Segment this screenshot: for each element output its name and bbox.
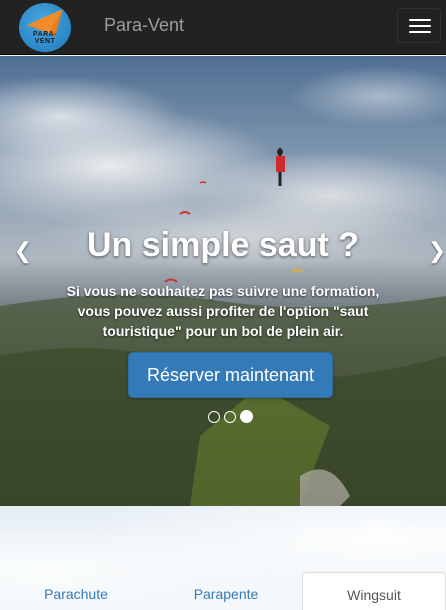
reserve-button[interactable]: Réserver maintenant <box>128 352 333 398</box>
brand-logo[interactable]: PARA-VENT <box>19 3 71 52</box>
menu-toggle-button[interactable] <box>397 8 441 43</box>
hero-text: Si vous ne souhaitez pas suivre une form… <box>66 283 380 339</box>
navbar: PARA-VENT Para-Vent <box>0 0 446 55</box>
hero-title: Un simple saut ? <box>86 226 360 264</box>
carousel-indicator-2[interactable] <box>224 411 236 423</box>
logo-text: PARA-VENT <box>32 31 58 45</box>
hero-carousel: ❮ ❯ Un simple saut ? Si vous ne souhaite… <box>0 56 446 506</box>
brand-name[interactable]: Para-Vent <box>104 15 184 36</box>
carousel-indicator-3[interactable] <box>240 410 253 423</box>
tab-wingsuit[interactable]: Wingsuit <box>302 572 446 610</box>
carousel-indicator-1[interactable] <box>208 411 220 423</box>
tab-parachute[interactable]: Parachute <box>0 572 152 610</box>
activity-tabs: Parachute Parapente Wingsuit <box>0 572 446 610</box>
tab-parapente[interactable]: Parapente <box>152 572 300 610</box>
